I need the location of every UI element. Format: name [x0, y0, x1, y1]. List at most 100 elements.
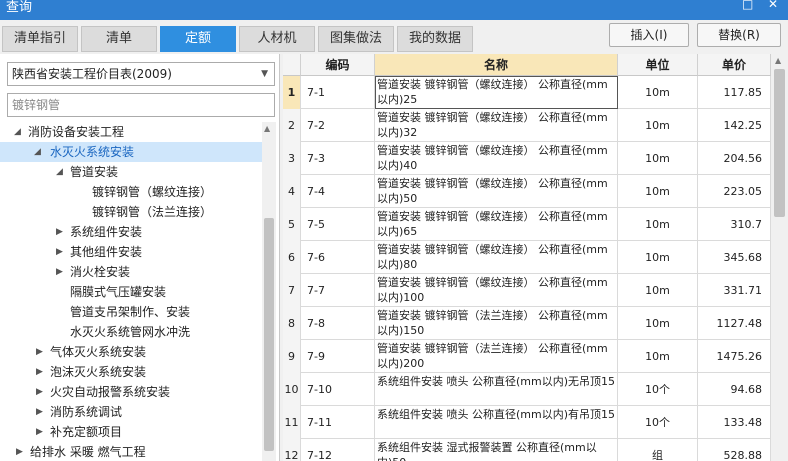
tree-node[interactable]: 镀锌钢管（螺纹连接）: [0, 182, 262, 202]
price-cell: 223.05: [698, 175, 771, 208]
code-cell: 7-3: [301, 142, 375, 175]
code-cell: 7-7: [301, 274, 375, 307]
row-index-cell: 7: [283, 274, 301, 307]
replace-button[interactable]: 替换(R): [697, 23, 781, 47]
table-row[interactable]: 5 7-5 管道安装 镀锌钢管（螺纹连接） 公称直径(mm以内)65 10m 310.7: [283, 208, 771, 241]
tab-my-data[interactable]: 我的数据: [397, 26, 473, 52]
tree-node[interactable]: ◢ 消防设备安装工程: [0, 122, 262, 142]
maximize-icon[interactable]: □: [742, 0, 753, 11]
chevron-down-icon: ▼: [261, 69, 268, 79]
unit-cell: 10个: [618, 373, 698, 406]
tree-expander-icon[interactable]: ▶: [16, 442, 26, 461]
search-input[interactable]: 镀锌钢管: [7, 93, 275, 117]
tree-node[interactable]: ▶ 泡沫灭火系统安装: [0, 362, 262, 382]
catalog-tree: ◢ 消防设备安装工程 ◢ 水灭火系统安装 ◢ 管道安装 镀锌钢管（螺纹连接） 镀锌钢管…: [0, 122, 262, 461]
tree-node[interactable]: ▶ 补充定额项目: [0, 422, 262, 442]
tree-expander-icon[interactable]: ▶: [36, 362, 46, 382]
quota-table: 编码 名称 单位 单价 1 7-1 管道安装 镀锌钢管（螺纹连接） 公称直径(mm以…: [283, 54, 771, 461]
scroll-up-icon[interactable]: ▲: [264, 124, 270, 133]
row-index-cell: 2: [283, 109, 301, 142]
code-cell: 7-10: [301, 373, 375, 406]
tree-scrollbar-thumb[interactable]: [264, 218, 274, 451]
tab-atlas-method[interactable]: 图集做法: [318, 26, 394, 52]
price-cell: 1127.48: [698, 307, 771, 340]
library-select[interactable]: 陕西省安装工程价目表(2009) ▼: [7, 62, 275, 86]
unit-cell: 10m: [618, 175, 698, 208]
row-index-cell: 3: [283, 142, 301, 175]
table-row[interactable]: 7 7-7 管道安装 镀锌钢管（螺纹连接） 公称直径(mm以内)100 10m 331.…: [283, 274, 771, 307]
close-icon[interactable]: ✕: [768, 0, 778, 11]
code-cell: 7-9: [301, 340, 375, 373]
unit-cell: 10m: [618, 208, 698, 241]
tree-expander-icon[interactable]: ▶: [56, 262, 66, 282]
table-row[interactable]: 3 7-3 管道安装 镀锌钢管（螺纹连接） 公称直径(mm以内)40 10m 204.5…: [283, 142, 771, 175]
tree-node[interactable]: 水灭火系统管网水冲洗: [0, 322, 262, 342]
table-scrollbar-thumb[interactable]: [774, 69, 785, 217]
tree-expander-icon[interactable]: ◢: [14, 122, 24, 142]
price-cell: 331.71: [698, 274, 771, 307]
row-index-cell: 10: [283, 373, 301, 406]
tree-node[interactable]: ◢ 管道安装: [0, 162, 262, 182]
tab-labor-material-machine[interactable]: 人材机: [239, 26, 315, 52]
tree-node[interactable]: 镀锌钢管（法兰连接）: [0, 202, 262, 222]
table-row[interactable]: 2 7-2 管道安装 镀锌钢管（螺纹连接） 公称直径(mm以内)32 10m 142.2…: [283, 109, 771, 142]
tree-expander-icon[interactable]: ▶: [56, 242, 66, 262]
tab-quota[interactable]: 定额: [160, 26, 236, 52]
table-header-index: [283, 54, 301, 76]
scroll-up-icon[interactable]: ▲: [775, 56, 781, 65]
table-row[interactable]: 4 7-4 管道安装 镀锌钢管（螺纹连接） 公称直径(mm以内)50 10m 223.0…: [283, 175, 771, 208]
price-cell: 310.7: [698, 208, 771, 241]
table-row[interactable]: 9 7-9 管道安装 镀锌钢管（法兰连接） 公称直径(mm以内)200 10m 1475…: [283, 340, 771, 373]
tree-node[interactable]: ▶ 其他组件安装: [0, 242, 262, 262]
table-row[interactable]: 8 7-8 管道安装 镀锌钢管（法兰连接） 公称直径(mm以内)150 10m 1127…: [283, 307, 771, 340]
table-row[interactable]: 6 7-6 管道安装 镀锌钢管（螺纹连接） 公称直径(mm以内)80 10m 345.6…: [283, 241, 771, 274]
unit-cell: 10m: [618, 340, 698, 373]
table-row[interactable]: 127-12系统组件安装 湿式报警装置 公称直径(mm以内)50组528.88: [283, 439, 771, 461]
unit-cell: 10m: [618, 274, 698, 307]
unit-cell: 10m: [618, 109, 698, 142]
table-row[interactable]: 1 7-1 管道安装 镀锌钢管（螺纹连接） 公称直径(mm以内)25 10m 117.8…: [283, 76, 771, 109]
name-cell: 管道安装 镀锌钢管（法兰连接） 公称直径(mm以内)150: [375, 307, 618, 340]
tree-expander-icon[interactable]: ▶: [36, 342, 46, 362]
tree-expander-icon[interactable]: ◢: [56, 162, 66, 182]
tree-node[interactable]: ▶ 消防系统调试: [0, 402, 262, 422]
tree-node[interactable]: ▶ 系统组件安装: [0, 222, 262, 242]
table-scrollbar[interactable]: ▲: [771, 54, 788, 461]
code-cell: 7-1: [301, 76, 375, 109]
code-cell: 7-4: [301, 175, 375, 208]
code-cell: 7-12: [301, 439, 375, 461]
tab-list[interactable]: 清单: [81, 26, 157, 52]
tree-node[interactable]: ▶ 气体灭火系统安装: [0, 342, 262, 362]
table-header-name[interactable]: 名称: [375, 54, 618, 76]
tree-expander-icon[interactable]: ▶: [56, 222, 66, 242]
row-index-cell: 8: [283, 307, 301, 340]
table-row[interactable]: 11 7-11 系统组件安装 喷头 公称直径(mm以内)有吊顶15 10个 133.48: [283, 406, 771, 439]
price-cell: 142.25: [698, 109, 771, 142]
price-cell: 94.68: [698, 373, 771, 406]
tree-expander-icon[interactable]: ◢: [34, 142, 44, 162]
table-header-code[interactable]: 编码: [301, 54, 375, 76]
table-header-unit[interactable]: 单位: [618, 54, 698, 76]
tree-node[interactable]: ▶ 给排水 采暖 燃气工程: [0, 442, 262, 461]
name-cell: 管道安装 镀锌钢管（螺纹连接） 公称直径(mm以内)50: [375, 175, 618, 208]
tree-node[interactable]: ▶ 火灾自动报警系统安装: [0, 382, 262, 402]
tree-node[interactable]: ◢ 水灭火系统安装: [0, 142, 262, 162]
tree-scrollbar[interactable]: ▲: [262, 122, 276, 461]
tree-node[interactable]: 隔膜式气压罐安装: [0, 282, 262, 302]
row-index-cell: 4: [283, 175, 301, 208]
price-cell: 1475.26: [698, 340, 771, 373]
name-cell: 系统组件安装 喷头 公称直径(mm以内)有吊顶15: [375, 406, 618, 439]
tree-node[interactable]: 管道支吊架制作、安装: [0, 302, 262, 322]
name-cell: 管道安装 镀锌钢管（螺纹连接） 公称直径(mm以内)40: [375, 142, 618, 175]
tree-expander-icon[interactable]: ▶: [36, 422, 46, 442]
tree-node[interactable]: ▶ 消火栓安装: [0, 262, 262, 282]
table-header-price[interactable]: 单价: [698, 54, 771, 76]
unit-cell: 组: [618, 439, 698, 461]
tree-expander-icon[interactable]: ▶: [36, 382, 46, 402]
name-cell: 管道安装 镀锌钢管（螺纹连接） 公称直径(mm以内)80: [375, 241, 618, 274]
table-row[interactable]: 10 7-10 系统组件安装 喷头 公称直径(mm以内)无吊顶15 10个 94.68: [283, 373, 771, 406]
unit-cell: 10m: [618, 142, 698, 175]
tree-expander-icon[interactable]: ▶: [36, 402, 46, 422]
insert-button[interactable]: 插入(I): [609, 23, 689, 47]
tab-list-guide[interactable]: 清单指引: [2, 26, 78, 52]
